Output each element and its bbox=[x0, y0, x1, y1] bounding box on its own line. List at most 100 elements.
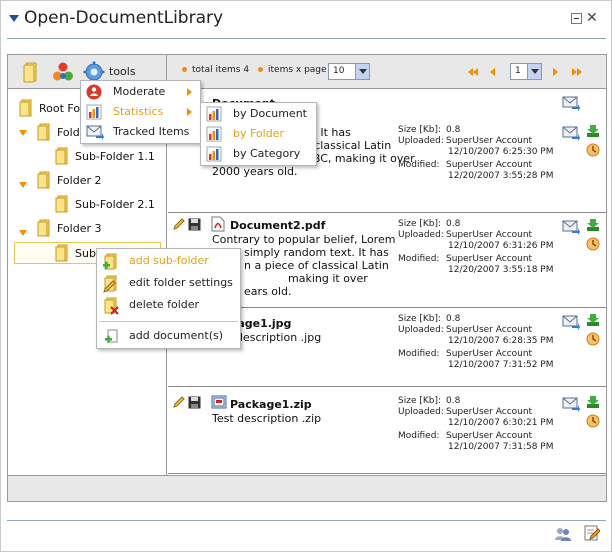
save-icon[interactable] bbox=[188, 396, 201, 409]
download-icon[interactable] bbox=[586, 313, 600, 327]
download-icon[interactable] bbox=[586, 124, 600, 138]
size-label: Size [Kb]: bbox=[398, 314, 442, 324]
version-history-icon[interactable] bbox=[586, 143, 600, 157]
close-icon[interactable]: ✕ bbox=[586, 10, 598, 26]
modified-at: 12/20/2007 3:55:28 PM bbox=[448, 171, 554, 181]
send-mail-icon[interactable] bbox=[562, 314, 580, 330]
version-history-icon[interactable] bbox=[586, 237, 600, 251]
tree-item-folder-2[interactable]: Folder 2 bbox=[57, 174, 102, 187]
folder-icon bbox=[37, 219, 50, 237]
download-icon[interactable] bbox=[586, 395, 600, 409]
uploaded-by: SuperUser Account bbox=[446, 325, 533, 335]
menu-item-delete-folder[interactable]: delete folder bbox=[97, 295, 240, 315]
menu-item-by-folder[interactable]: by Folder bbox=[201, 124, 316, 144]
uploaded-at: 12/10/2007 6:25:30 PM bbox=[448, 147, 554, 157]
menu-item-edit-folder[interactable]: edit folder settings bbox=[97, 273, 240, 293]
expand-arrow-icon[interactable] bbox=[19, 182, 27, 188]
menu-label: by Category bbox=[233, 147, 301, 160]
menu-item-by-document[interactable]: by Document bbox=[201, 104, 316, 124]
module-footer bbox=[8, 475, 606, 501]
tools-menu: Moderate Statistics Tracked Items bbox=[80, 80, 201, 144]
tree-item-subfolder-2-1[interactable]: Sub-Folder 2.1 bbox=[75, 198, 155, 211]
uploaded-by: SuperUser Account bbox=[446, 407, 533, 417]
items-per-page-select[interactable]: 10 bbox=[328, 63, 370, 80]
uploaded-by: SuperUser Account bbox=[446, 230, 533, 240]
menu-item-statistics[interactable]: Statistics bbox=[81, 102, 200, 122]
tree-item-folder-1[interactable]: Fold bbox=[57, 126, 80, 139]
row-divider bbox=[168, 473, 606, 474]
edit-folder-icon bbox=[103, 275, 117, 293]
document-metadata: Size [Kb]: 0.8 Uploaded: SuperUser Account… bbox=[398, 219, 558, 279]
menu-label: by Document bbox=[233, 107, 307, 120]
version-history-icon[interactable] bbox=[586, 414, 600, 428]
title-bar: Open-DocumentLibrary ✕ bbox=[1, 1, 611, 37]
total-items-label: total items bbox=[192, 65, 241, 75]
menu-item-add-documents[interactable]: add document(s) bbox=[97, 326, 240, 346]
folder-icon[interactable] bbox=[23, 61, 39, 83]
next-page-icon[interactable] bbox=[553, 68, 558, 76]
bullet-icon bbox=[182, 67, 187, 72]
page-select[interactable]: 1 bbox=[510, 63, 542, 80]
save-icon[interactable] bbox=[188, 218, 201, 231]
categories-icon[interactable] bbox=[52, 61, 74, 83]
folder-icon bbox=[55, 147, 68, 165]
modified-label: Modified: bbox=[398, 349, 440, 359]
modified-by: SuperUser Account bbox=[446, 160, 533, 170]
menu-item-by-category[interactable]: by Category bbox=[201, 144, 316, 164]
send-mail-icon[interactable] bbox=[562, 125, 580, 141]
uploaded-label: Uploaded: bbox=[398, 325, 444, 335]
total-items: total items 4 bbox=[182, 65, 249, 75]
folder-icon bbox=[19, 99, 32, 117]
expand-arrow-icon[interactable] bbox=[19, 230, 27, 236]
send-mail-icon[interactable] bbox=[562, 219, 580, 235]
tree-item-subfolder-1-1[interactable]: Sub-Folder 1.1 bbox=[75, 150, 155, 163]
moderate-icon bbox=[86, 84, 102, 100]
uploaded-at: 12/10/2007 6:31:26 PM bbox=[448, 241, 554, 251]
edit-icon[interactable] bbox=[172, 217, 186, 231]
modified-label: Modified: bbox=[398, 160, 440, 170]
edit-settings-icon[interactable] bbox=[584, 525, 600, 541]
bullet-icon bbox=[258, 67, 263, 72]
uploaded-label: Uploaded: bbox=[398, 230, 444, 240]
users-icon[interactable] bbox=[554, 526, 572, 542]
total-items-value: 4 bbox=[243, 65, 250, 75]
chevron-down-icon[interactable] bbox=[527, 64, 541, 79]
tree-item-root[interactable]: Root Fo bbox=[39, 102, 80, 115]
uploaded-at: 12/10/2007 6:28:35 PM bbox=[448, 336, 554, 346]
add-folder-icon bbox=[103, 253, 117, 270]
title-divider bbox=[7, 38, 606, 39]
tree-item-folder-3[interactable]: Folder 3 bbox=[57, 222, 102, 235]
version-history-icon[interactable] bbox=[586, 332, 600, 346]
send-mail-icon[interactable] bbox=[562, 95, 580, 111]
items-per-page-label: items x page bbox=[268, 65, 327, 75]
collapse-arrow-icon[interactable] bbox=[9, 15, 19, 22]
chevron-down-icon[interactable] bbox=[355, 64, 369, 79]
zip-file-icon bbox=[211, 395, 227, 409]
edit-icon[interactable] bbox=[172, 395, 186, 409]
pdf-file-icon bbox=[211, 216, 225, 232]
statistics-icon bbox=[206, 146, 222, 162]
modified-by: SuperUser Account bbox=[446, 254, 533, 264]
folder-icon bbox=[55, 244, 68, 262]
uploaded-at: 12/10/2007 6:30:21 PM bbox=[448, 418, 554, 428]
description-line: 2000 years old. bbox=[212, 165, 298, 178]
minimize-icon[interactable] bbox=[571, 13, 582, 24]
menu-item-tracked-items[interactable]: Tracked Items bbox=[81, 122, 200, 142]
expand-arrow-icon[interactable] bbox=[19, 130, 27, 136]
tools-menu-button[interactable]: tools bbox=[109, 65, 136, 78]
modified-by: SuperUser Account bbox=[446, 349, 533, 359]
prev-page-icon[interactable] bbox=[490, 68, 495, 76]
menu-item-moderate[interactable]: Moderate bbox=[81, 82, 200, 102]
statistics-icon bbox=[86, 104, 102, 120]
last-page-icon-b[interactable] bbox=[577, 68, 582, 76]
menu-item-add-subfolder[interactable]: add sub-folder bbox=[97, 251, 240, 271]
size-value: 0.8 bbox=[446, 125, 461, 135]
tree-item-subfolder-3[interactable]: Sub bbox=[75, 247, 96, 260]
document-title[interactable]: Document2.pdf bbox=[230, 219, 325, 232]
download-icon[interactable] bbox=[586, 218, 600, 232]
document-title[interactable]: Package1.zip bbox=[230, 398, 312, 411]
uploaded-by: SuperUser Account bbox=[446, 136, 533, 146]
first-page-icon-b[interactable] bbox=[473, 68, 478, 76]
send-mail-icon[interactable] bbox=[562, 396, 580, 412]
uploaded-label: Uploaded: bbox=[398, 407, 444, 417]
